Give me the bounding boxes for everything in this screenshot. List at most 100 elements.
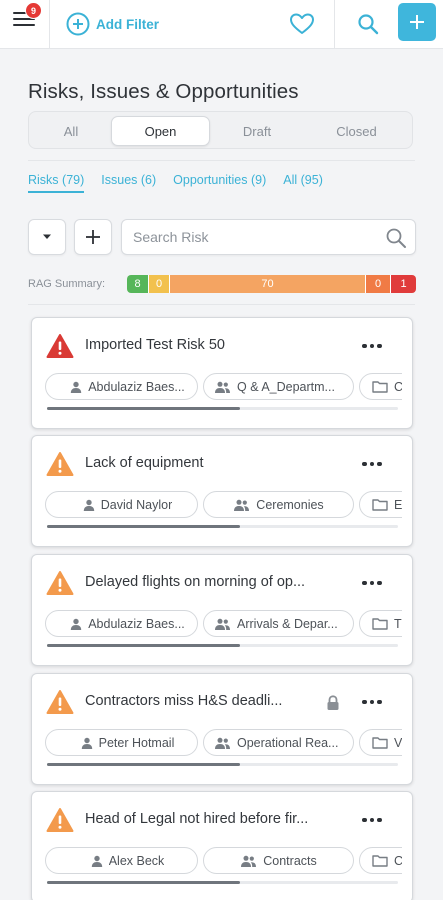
search-icon <box>357 14 378 35</box>
progress-fill <box>47 644 241 647</box>
progress-fill <box>47 525 241 528</box>
tab-all-types[interactable]: All (95) <box>283 173 323 193</box>
team-chip[interactable]: Operational Rea... <box>203 729 354 756</box>
folder-name: E <box>394 497 402 512</box>
team-chip[interactable]: Ceremonies <box>203 491 354 518</box>
folder-chip[interactable]: V <box>359 729 402 756</box>
more-options-button[interactable] <box>360 810 384 830</box>
lock-icon <box>327 695 339 710</box>
warning-icon <box>46 690 74 714</box>
risk-title: Head of Legal not hired before fir... <box>85 811 309 827</box>
warning-icon <box>46 334 74 358</box>
progress-bar <box>47 763 398 766</box>
owner-chip[interactable]: Abdulaziz Baes... <box>45 373 198 400</box>
team-name: Contracts <box>263 853 317 868</box>
more-options-button[interactable] <box>360 692 384 712</box>
risk-card[interactable]: Imported Test Risk 50 Abdulaziz Baes... … <box>31 317 413 429</box>
risk-card[interactable]: Contractors miss H&S deadli... Peter Hot… <box>31 673 413 785</box>
progress-bar <box>47 525 398 528</box>
folder-chip[interactable]: C <box>359 847 402 874</box>
add-filter-label: Add Filter <box>96 16 159 32</box>
warning-icon <box>46 571 74 595</box>
person-icon <box>83 499 95 511</box>
person-icon <box>70 618 82 630</box>
risk-title: Lack of equipment <box>85 455 204 471</box>
menu-button[interactable]: 9 <box>0 0 50 48</box>
risk-card[interactable]: Delayed flights on morning of op... Abdu… <box>31 554 413 666</box>
folder-name: T <box>394 616 402 631</box>
rag-green-segment[interactable]: 8 <box>127 275 149 293</box>
favorites-button[interactable] <box>270 0 335 48</box>
more-options-button[interactable] <box>360 336 384 356</box>
divider <box>28 160 415 161</box>
add-button[interactable] <box>398 3 436 41</box>
sort-dropdown-button[interactable] <box>28 219 66 255</box>
owner-name: Abdulaziz Baes... <box>88 379 185 394</box>
progress-fill <box>47 763 241 766</box>
folder-chip[interactable]: E <box>359 491 402 518</box>
group-icon <box>240 855 257 867</box>
warning-icon <box>46 808 74 832</box>
rag-red-segment[interactable]: 1 <box>391 275 416 293</box>
tab-draft[interactable]: Draft <box>212 116 302 146</box>
search-input[interactable] <box>133 220 383 254</box>
person-icon <box>70 381 82 393</box>
caret-down-icon <box>43 234 51 239</box>
create-risk-button[interactable] <box>74 219 112 255</box>
group-icon <box>233 499 250 511</box>
team-chip[interactable]: Q & A_Departm... <box>203 373 354 400</box>
search-field <box>121 219 416 255</box>
owner-name: David Naylor <box>100 497 173 512</box>
plus-icon <box>410 15 424 29</box>
tab-closed[interactable]: Closed <box>304 116 409 146</box>
divider <box>28 304 415 305</box>
owner-chip[interactable]: Alex Beck <box>45 847 198 874</box>
folder-chip[interactable]: C <box>359 373 402 400</box>
rag-orange-segment[interactable]: 0 <box>366 275 391 293</box>
tab-issues[interactable]: Issues (6) <box>101 173 156 193</box>
progress-bar <box>47 644 398 647</box>
risk-chips: Alex Beck Contracts C <box>45 847 402 875</box>
tab-all[interactable]: All <box>31 116 111 146</box>
owner-chip[interactable]: Peter Hotmail <box>45 729 198 756</box>
owner-chip[interactable]: Abdulaziz Baes... <box>45 610 198 637</box>
folder-name: V <box>394 735 402 750</box>
folder-name: C <box>394 854 402 868</box>
search-button[interactable] <box>345 0 390 48</box>
search-icon[interactable] <box>385 227 407 249</box>
notification-badge: 9 <box>25 2 42 19</box>
folder-icon <box>372 736 388 749</box>
rag-summary-bar[interactable]: 8 0 70 0 1 <box>127 275 416 293</box>
risk-card[interactable]: Head of Legal not hired before fir... Al… <box>31 791 413 900</box>
hamburger-icon-line <box>13 24 35 26</box>
risk-card[interactable]: Lack of equipment David Naylor Ceremonie… <box>31 435 413 547</box>
heart-icon <box>290 13 314 34</box>
plus-circle-icon <box>66 12 90 36</box>
tab-open[interactable]: Open <box>111 116 210 146</box>
rag-summary-label: RAG Summary: <box>28 278 106 290</box>
group-icon <box>214 737 231 749</box>
tab-opportunities[interactable]: Opportunities (9) <box>173 173 266 193</box>
owner-name: Alex Beck <box>108 853 165 868</box>
tab-risks[interactable]: Risks (79) <box>28 173 85 193</box>
more-options-button[interactable] <box>360 573 384 593</box>
team-chip[interactable]: Arrivals & Depar... <box>203 610 354 637</box>
rag-amber-segment[interactable]: 0 <box>149 275 170 293</box>
more-options-button[interactable] <box>360 454 384 474</box>
progress-fill <box>47 881 241 884</box>
risk-chips: Peter Hotmail Operational Rea... V <box>45 729 402 757</box>
status-tabs: All Open Draft Closed <box>28 111 413 149</box>
team-name: Operational Rea... <box>237 735 339 750</box>
folder-icon <box>372 617 388 630</box>
folder-chip[interactable]: T <box>359 610 402 637</box>
folder-name: C <box>394 380 402 394</box>
add-filter-button[interactable]: Add Filter <box>66 8 159 40</box>
person-icon <box>91 855 103 867</box>
rag-light-orange-segment[interactable]: 70 <box>170 275 366 293</box>
risk-title: Contractors miss H&S deadli... <box>85 693 283 709</box>
owner-chip[interactable]: David Naylor <box>45 491 198 518</box>
person-icon <box>81 737 93 749</box>
team-chip[interactable]: Contracts <box>203 847 354 874</box>
risk-chips: Abdulaziz Baes... Arrivals & Depar... T <box>45 610 402 638</box>
progress-bar <box>47 881 398 884</box>
